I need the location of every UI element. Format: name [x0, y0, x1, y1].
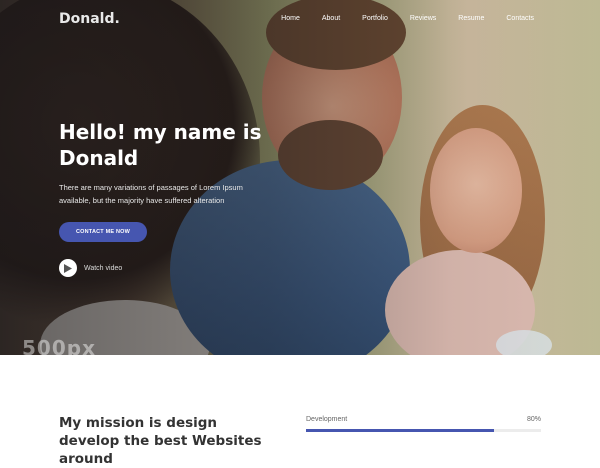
main-nav: Home About Portfolio Reviews Resume Cont… [281, 15, 534, 22]
hero-section: Donald. Home About Portfolio Reviews Res… [0, 0, 600, 355]
nav-home[interactable]: Home [281, 15, 300, 22]
hero-overlay [0, 0, 600, 355]
skill-development: Development 80% [306, 416, 541, 432]
skill-track [306, 429, 541, 432]
photo-watermark: 500px [22, 336, 96, 355]
nav-portfolio[interactable]: Portfolio [362, 15, 388, 22]
watch-video-label[interactable]: Watch video [84, 265, 122, 272]
site-logo[interactable]: Donald. [59, 11, 120, 27]
nav-resume[interactable]: Resume [458, 15, 484, 22]
nav-about[interactable]: About [322, 15, 340, 22]
watch-video-link[interactable]: Watch video [59, 259, 122, 277]
mission-title: My mission is design develop the best We… [59, 415, 262, 467]
play-icon[interactable] [59, 259, 77, 277]
skill-header: Development 80% [306, 416, 541, 423]
skill-label: Development [306, 416, 348, 423]
contact-me-button[interactable]: CONTACT ME NOW [59, 222, 147, 242]
hero-title: Hello! my name is Donald [59, 120, 262, 170]
hero-text: There are many variations of passages of… [59, 183, 243, 205]
skill-percent: 80% [526, 416, 541, 423]
skill-fill [306, 429, 494, 432]
nav-reviews[interactable]: Reviews [410, 15, 436, 22]
nav-contacts[interactable]: Contacts [506, 15, 534, 22]
